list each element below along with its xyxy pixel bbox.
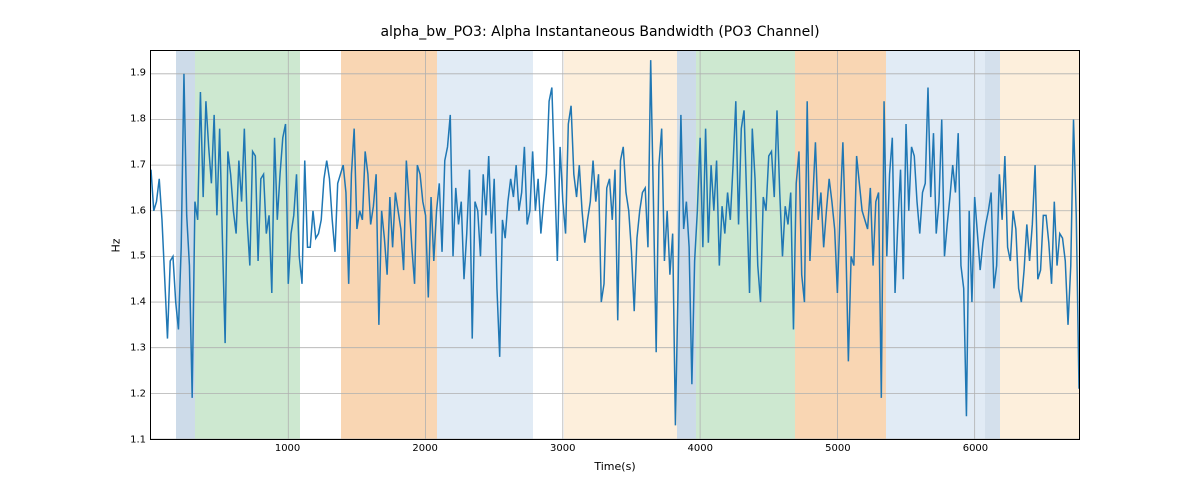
plot-area — [150, 50, 1080, 440]
y-tick-label: 1.7 — [106, 159, 146, 170]
y-tick-label: 1.5 — [106, 251, 146, 262]
y-tick-label: 1.1 — [106, 435, 146, 446]
x-tick-label: 5000 — [825, 443, 850, 454]
x-tick-label: 2000 — [412, 443, 437, 454]
y-tick-label: 1.9 — [106, 67, 146, 78]
figure: alpha_bw_PO3: Alpha Instantaneous Bandwi… — [0, 0, 1200, 500]
x-tick-label: 3000 — [550, 443, 575, 454]
x-axis-label: Time(s) — [150, 460, 1080, 473]
x-tick-label: 1000 — [275, 443, 300, 454]
y-tick-label: 1.8 — [106, 113, 146, 124]
x-tick-label: 4000 — [688, 443, 713, 454]
y-tick-label: 1.2 — [106, 389, 146, 400]
axes — [150, 50, 1080, 440]
y-tick-label: 1.3 — [106, 343, 146, 354]
data-line — [151, 51, 1079, 439]
x-tick-label: 6000 — [963, 443, 988, 454]
chart-title: alpha_bw_PO3: Alpha Instantaneous Bandwi… — [0, 24, 1200, 40]
y-tick-label: 1.6 — [106, 205, 146, 216]
y-tick-label: 1.4 — [106, 297, 146, 308]
y-axis-label: Hz — [108, 50, 124, 440]
